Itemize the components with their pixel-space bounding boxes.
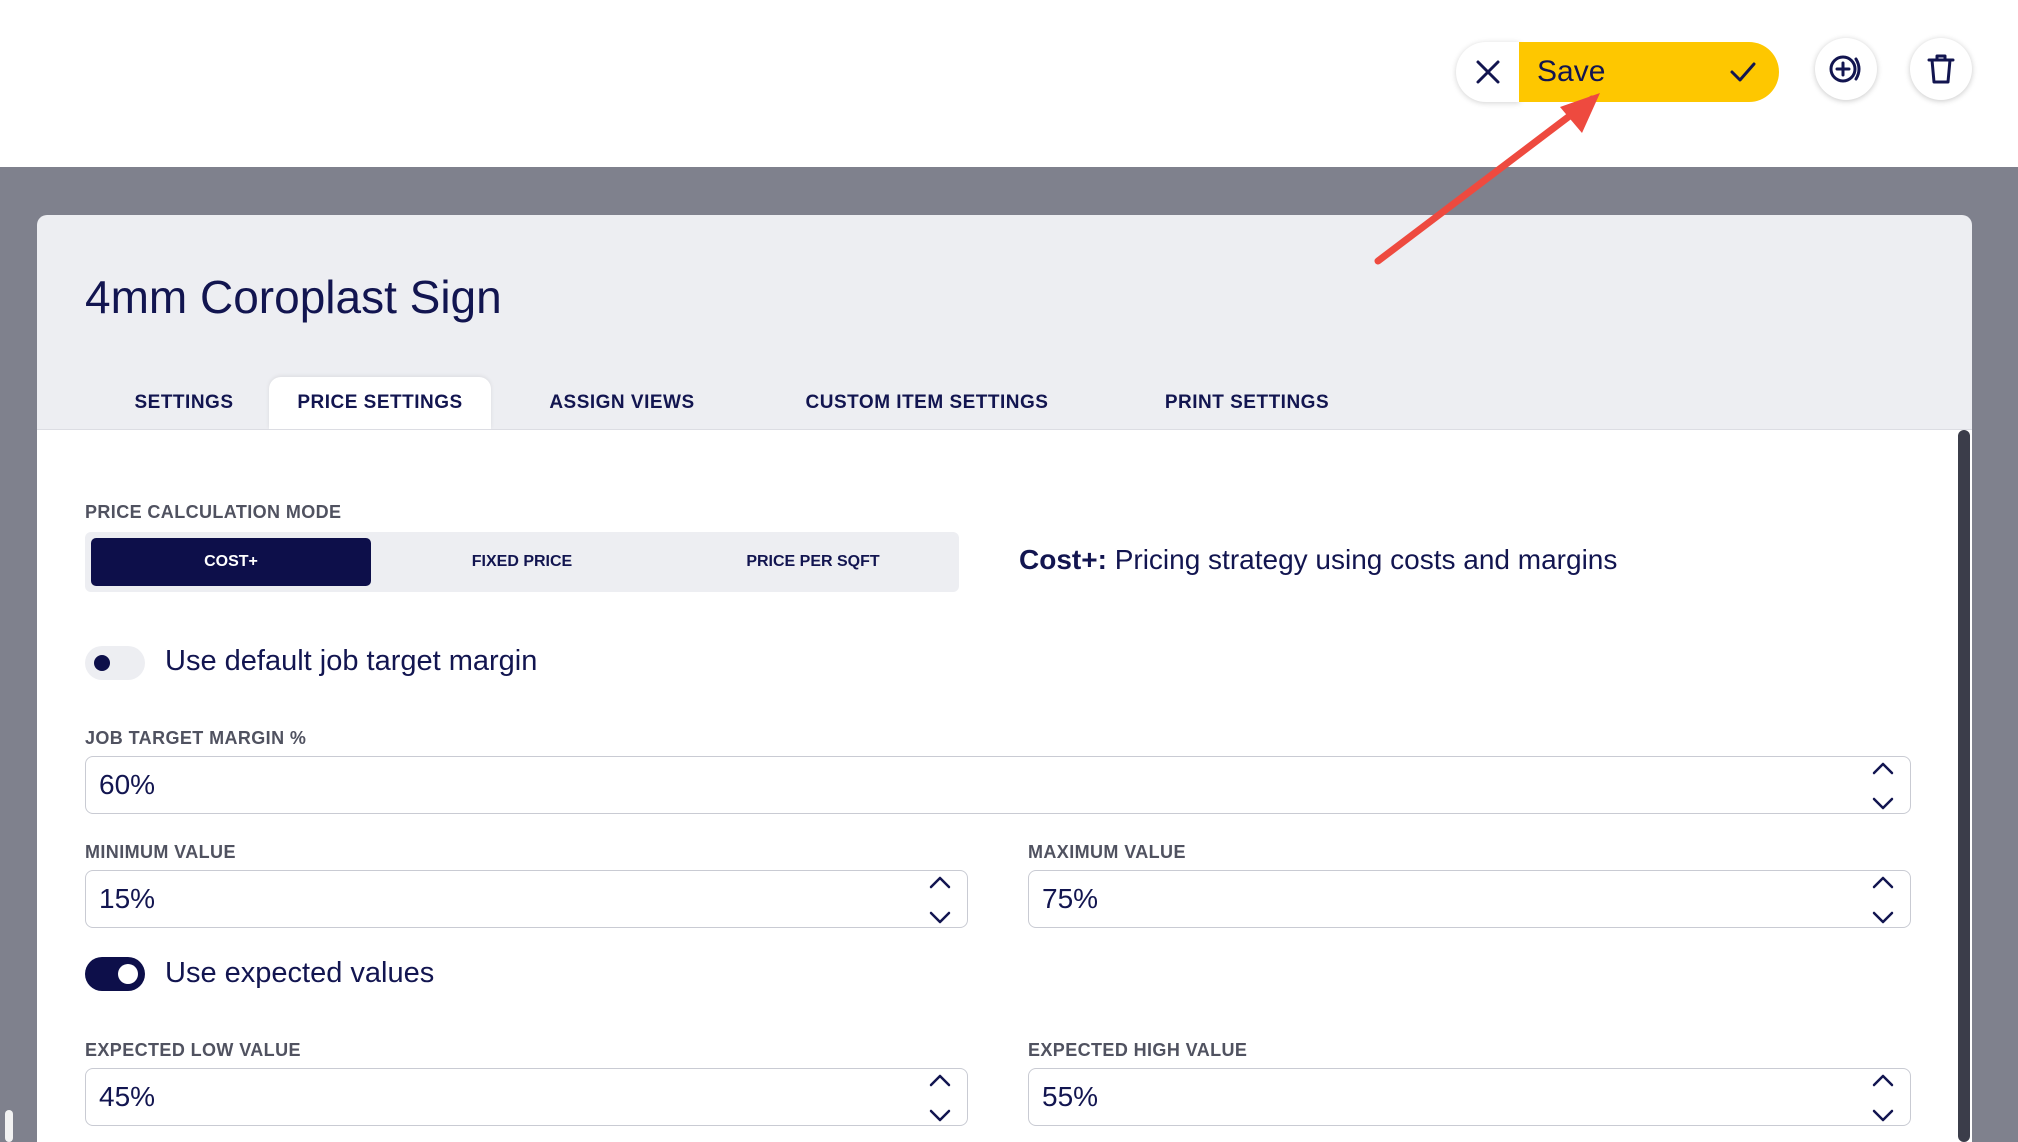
close-icon <box>1476 60 1500 84</box>
maximum-value-stepper[interactable] <box>1870 875 1896 925</box>
chevron-up-icon[interactable] <box>1871 875 1895 889</box>
chevron-up-icon[interactable] <box>1871 1073 1895 1087</box>
minimum-value-stepper[interactable] <box>927 875 953 925</box>
default-margin-toggle[interactable] <box>85 646 145 680</box>
expected-low-value-stepper[interactable] <box>927 1073 953 1123</box>
default-margin-label: Use default job target margin <box>165 645 538 677</box>
tab-assign-views[interactable]: ASSIGN VIEWS <box>507 377 737 429</box>
expected-high-value-value: 55% <box>1042 1081 1099 1112</box>
minimum-value-input[interactable]: 15% <box>85 870 968 928</box>
expected-values-label: Use expected values <box>165 957 435 989</box>
expected-values-toggle[interactable] <box>85 957 145 991</box>
top-toolbar: Save <box>0 0 2018 167</box>
chevron-down-icon[interactable] <box>1871 1109 1895 1123</box>
scrollbar-thumb-left[interactable] <box>5 1110 13 1142</box>
mode-description-text: Pricing strategy using costs and margins <box>1114 544 1618 575</box>
check-icon <box>1730 62 1756 82</box>
job-target-margin-label: JOB TARGET MARGIN % <box>85 728 307 748</box>
maximum-value-value: 75% <box>1042 883 1099 914</box>
tab-custom-item-settings[interactable]: CUSTOM ITEM SETTINGS <box>757 377 1097 429</box>
add-button[interactable] <box>1815 38 1877 100</box>
tab-print-settings[interactable]: PRINT SETTINGS <box>1097 377 1397 429</box>
item-editor-card: 4mm Coroplast Sign SETTINGS PRICE SETTIN… <box>37 215 1972 1142</box>
expected-high-value-label: EXPECTED HIGH VALUE <box>1028 1040 1248 1060</box>
tab-price-settings[interactable]: PRICE SETTINGS <box>269 377 491 429</box>
chevron-up-icon[interactable] <box>928 1073 952 1087</box>
toggle-knob <box>118 964 138 984</box>
mode-description: Cost+: Pricing strategy using costs and … <box>1019 544 1617 576</box>
chevron-down-icon[interactable] <box>1871 911 1895 925</box>
expected-high-value-stepper[interactable] <box>1870 1073 1896 1123</box>
mode-description-title: Cost+: <box>1019 544 1107 575</box>
mode-fixed-price[interactable]: FIXED PRICE <box>382 538 662 586</box>
toggle-knob <box>94 655 110 671</box>
tab-settings[interactable]: SETTINGS <box>97 377 271 429</box>
expected-low-value-label: EXPECTED LOW VALUE <box>85 1040 301 1060</box>
minimum-value-label: MINIMUM VALUE <box>85 842 236 862</box>
delete-button[interactable] <box>1910 38 1972 100</box>
job-target-margin-input[interactable]: 60% <box>85 756 1911 814</box>
trash-icon <box>1927 54 1955 84</box>
expected-high-value-input[interactable]: 55% <box>1028 1068 1911 1126</box>
save-button-label: Save <box>1537 55 1606 88</box>
mode-price-per-sqft[interactable]: PRICE PER SQFT <box>673 538 953 586</box>
mode-cost-plus[interactable]: COST+ <box>91 538 371 586</box>
expected-low-value-value: 45% <box>99 1081 156 1112</box>
chevron-down-icon[interactable] <box>1871 797 1895 811</box>
scrollbar[interactable] <box>1958 430 1970 1142</box>
chevron-down-icon[interactable] <box>928 1109 952 1123</box>
close-button[interactable] <box>1456 42 1520 102</box>
job-target-margin-stepper[interactable] <box>1870 761 1896 811</box>
add-circle-icon <box>1829 55 1861 83</box>
maximum-value-label: MAXIMUM VALUE <box>1028 842 1186 862</box>
chevron-up-icon[interactable] <box>928 875 952 889</box>
price-mode-selector: COST+ FIXED PRICE PRICE PER SQFT <box>85 532 959 592</box>
job-target-margin-value: 60% <box>99 769 156 800</box>
maximum-value-input[interactable]: 75% <box>1028 870 1911 928</box>
save-button[interactable]: Save <box>1519 42 1779 102</box>
minimum-value-value: 15% <box>99 883 156 914</box>
price-calculation-mode-label: PRICE CALCULATION MODE <box>85 502 342 522</box>
chevron-down-icon[interactable] <box>928 911 952 925</box>
page-title: 4mm Coroplast Sign <box>85 271 502 323</box>
expected-low-value-input[interactable]: 45% <box>85 1068 968 1126</box>
chevron-up-icon[interactable] <box>1871 761 1895 775</box>
